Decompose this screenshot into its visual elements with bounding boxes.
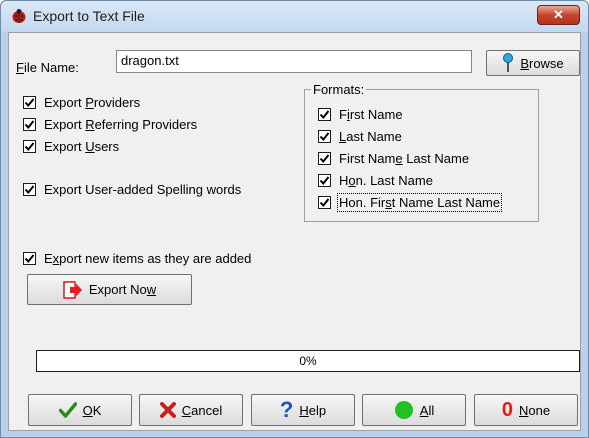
red-zero-icon: 0 [501,399,514,421]
browse-button[interactable]: Browse [486,50,580,76]
checkbox-box[interactable] [318,108,331,121]
format-hon-first-last-name-checkbox[interactable]: Hon. First Name Last Name [318,193,503,212]
checkbox-box[interactable] [23,118,36,131]
format-first-last-name-label: First Name Last Name [339,151,470,166]
checkmark-icon [24,120,35,130]
dialog-body: File Name: dragon.txt Browse Export Prov… [8,32,581,431]
checkbox-box[interactable] [23,96,36,109]
export-users-label: Export Users [44,139,120,154]
checkmark-icon [319,154,330,164]
checkbox-box[interactable] [318,152,331,165]
x-cancel-icon [159,402,176,418]
green-circle-icon [394,401,413,419]
export-users-checkbox[interactable]: Export Users [23,139,119,154]
format-hon-first-last-name-label: Hon. First Name Last Name [336,193,503,212]
ok-label: OK [82,402,102,418]
checkbox-box[interactable] [23,140,36,153]
checkbox-box[interactable] [23,252,36,265]
question-mark-icon: ? [279,397,294,422]
pushpin-icon [503,53,514,72]
format-last-name-label: Last Name [339,129,402,144]
export-referring-providers-checkbox[interactable]: Export Referring Providers [23,117,197,132]
checkbox-box[interactable] [318,174,331,187]
checkmark-icon [24,185,35,195]
checkmark-icon [319,198,330,208]
checkmark-icon [24,98,35,108]
none-label: None [519,402,551,418]
export-referring-providers-label: Export Referring Providers [44,117,198,132]
all-label: All [419,402,435,418]
close-icon: ✕ [553,7,564,22]
file-name-value: dragon.txt [121,53,179,68]
checkmark-icon [319,110,330,120]
cancel-label: Cancel [181,402,223,418]
format-first-name-label: First Name [339,107,403,122]
export-now-button[interactable]: Export Now [27,274,192,305]
window-title: Export to Text File [33,8,145,24]
checkmark-icon [58,402,77,418]
ladybug-app-icon [12,9,26,23]
cancel-button[interactable]: Cancel [139,394,243,426]
checkmark-icon [24,142,35,152]
help-button[interactable]: ? Help [251,394,355,426]
checkbox-box[interactable] [23,183,36,196]
export-providers-label: Export Providers [44,95,141,110]
format-first-name-checkbox[interactable]: First Name [318,107,403,122]
export-new-items-checkbox[interactable]: Export new items as they are added [23,251,251,266]
export-spelling-words-label: Export User-added Spelling words [44,182,242,197]
none-button[interactable]: 0 None [474,394,578,426]
progress-text: 0% [299,354,317,368]
formats-group-title: Formats: [311,82,367,97]
file-name-input[interactable]: dragon.txt [116,50,472,73]
format-hon-last-name-label: Hon. Last Name [339,173,433,188]
all-button[interactable]: All [362,394,466,426]
export-arrow-icon [63,280,82,299]
checkmark-icon [319,132,330,142]
export-providers-checkbox[interactable]: Export Providers [23,95,140,110]
checkmark-icon [24,254,35,264]
progress-bar: 0% [36,350,580,372]
file-name-label: File Name: [16,60,79,75]
format-last-name-checkbox[interactable]: Last Name [318,129,402,144]
export-new-items-label: Export new items as they are added [44,251,252,266]
format-first-last-name-checkbox[interactable]: First Name Last Name [318,151,469,166]
browse-label: Browse [520,55,564,71]
format-hon-last-name-checkbox[interactable]: Hon. Last Name [318,173,433,188]
help-label: Help [299,402,327,418]
export-now-label: Export Now [88,282,157,297]
title-bar[interactable]: Export to Text File ✕ [1,1,588,32]
export-dialog-window: Export to Text File ✕ File Name: dragon.… [0,0,589,438]
ok-button[interactable]: OK [28,394,132,426]
close-button[interactable]: ✕ [537,5,580,25]
checkbox-box[interactable] [318,196,331,209]
checkmark-icon [319,176,330,186]
export-spelling-words-checkbox[interactable]: Export User-added Spelling words [23,182,241,197]
checkbox-box[interactable] [318,130,331,143]
